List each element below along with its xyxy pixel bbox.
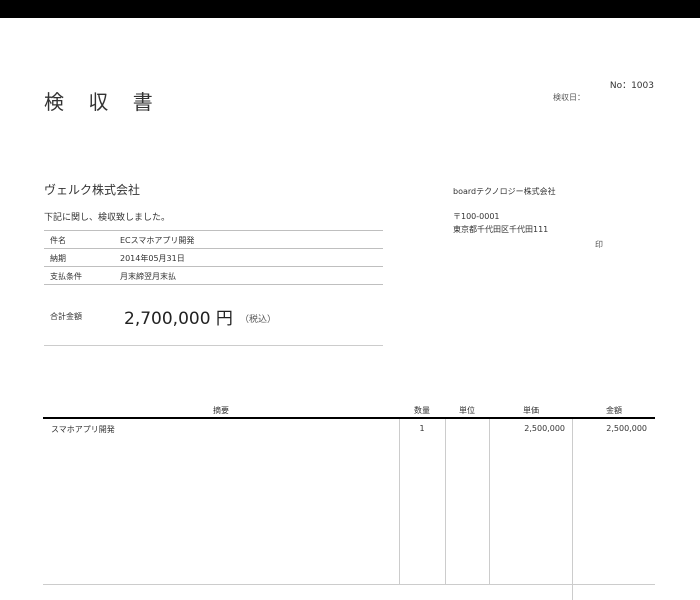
info-table: 件名 ECスマホアプリ開発 納期 2014年05月31日 支払条件 月末締翌月末…	[44, 230, 383, 285]
row-quantity: 1	[419, 424, 425, 433]
column-divider	[489, 419, 490, 584]
total-divider	[44, 345, 383, 346]
document-title: 検 収 書	[44, 90, 162, 114]
info-label: 納期	[50, 254, 66, 263]
column-divider	[445, 419, 446, 584]
recipient-company: ヴェルク株式会社	[44, 183, 141, 197]
issuer-postal-code: 〒100-0001	[453, 212, 500, 221]
info-row-subject: 件名 ECスマホアプリ開発	[44, 230, 383, 248]
document-number: No：1003	[609, 81, 654, 91]
header-amount: 金額	[606, 406, 622, 415]
info-value: 月末締翌月末払	[120, 272, 176, 281]
info-row-delivery: 納期 2014年05月31日	[44, 248, 383, 266]
info-label: 支払条件	[50, 272, 82, 281]
column-divider	[399, 419, 400, 584]
intro-text: 下記に関し、検収致しました。	[44, 213, 171, 223]
row-amount: 2,500,000	[606, 424, 647, 433]
issuer-company: boardテクノロジー株式会社	[453, 187, 556, 196]
header-unit: 単位	[459, 406, 475, 415]
total-amount: 2,700,000 円	[124, 309, 233, 329]
total-label: 合計金額	[50, 312, 82, 321]
info-value: 2014年05月31日	[120, 254, 185, 263]
row-description: スマホアプリ開発	[51, 425, 115, 434]
header-description: 摘要	[213, 406, 229, 415]
header-unit-price: 単価	[523, 406, 539, 415]
window-top-bar	[0, 0, 700, 18]
items-table: 摘要 数量 単位 単価 金額 スマホアプリ開発 1 2,500,000 2,50…	[43, 403, 655, 600]
column-divider	[572, 584, 573, 600]
info-row-payment-terms: 支払条件 月末締翌月末払	[44, 266, 383, 285]
info-value: ECスマホアプリ開発	[120, 236, 195, 245]
column-divider	[572, 419, 573, 584]
total-tax-note: （税込）	[240, 315, 277, 325]
issuer-address: 東京都千代田区千代田111	[453, 225, 549, 234]
row-unit-price: 2,500,000	[524, 424, 565, 433]
table-bottom-line	[43, 584, 655, 585]
seal-mark: 印	[595, 240, 603, 249]
header-quantity: 数量	[414, 406, 430, 415]
items-table-header: 摘要 数量 単位 単価 金額	[43, 403, 655, 419]
inspection-date-label: 検収日：	[553, 93, 585, 102]
info-label: 件名	[50, 236, 66, 245]
